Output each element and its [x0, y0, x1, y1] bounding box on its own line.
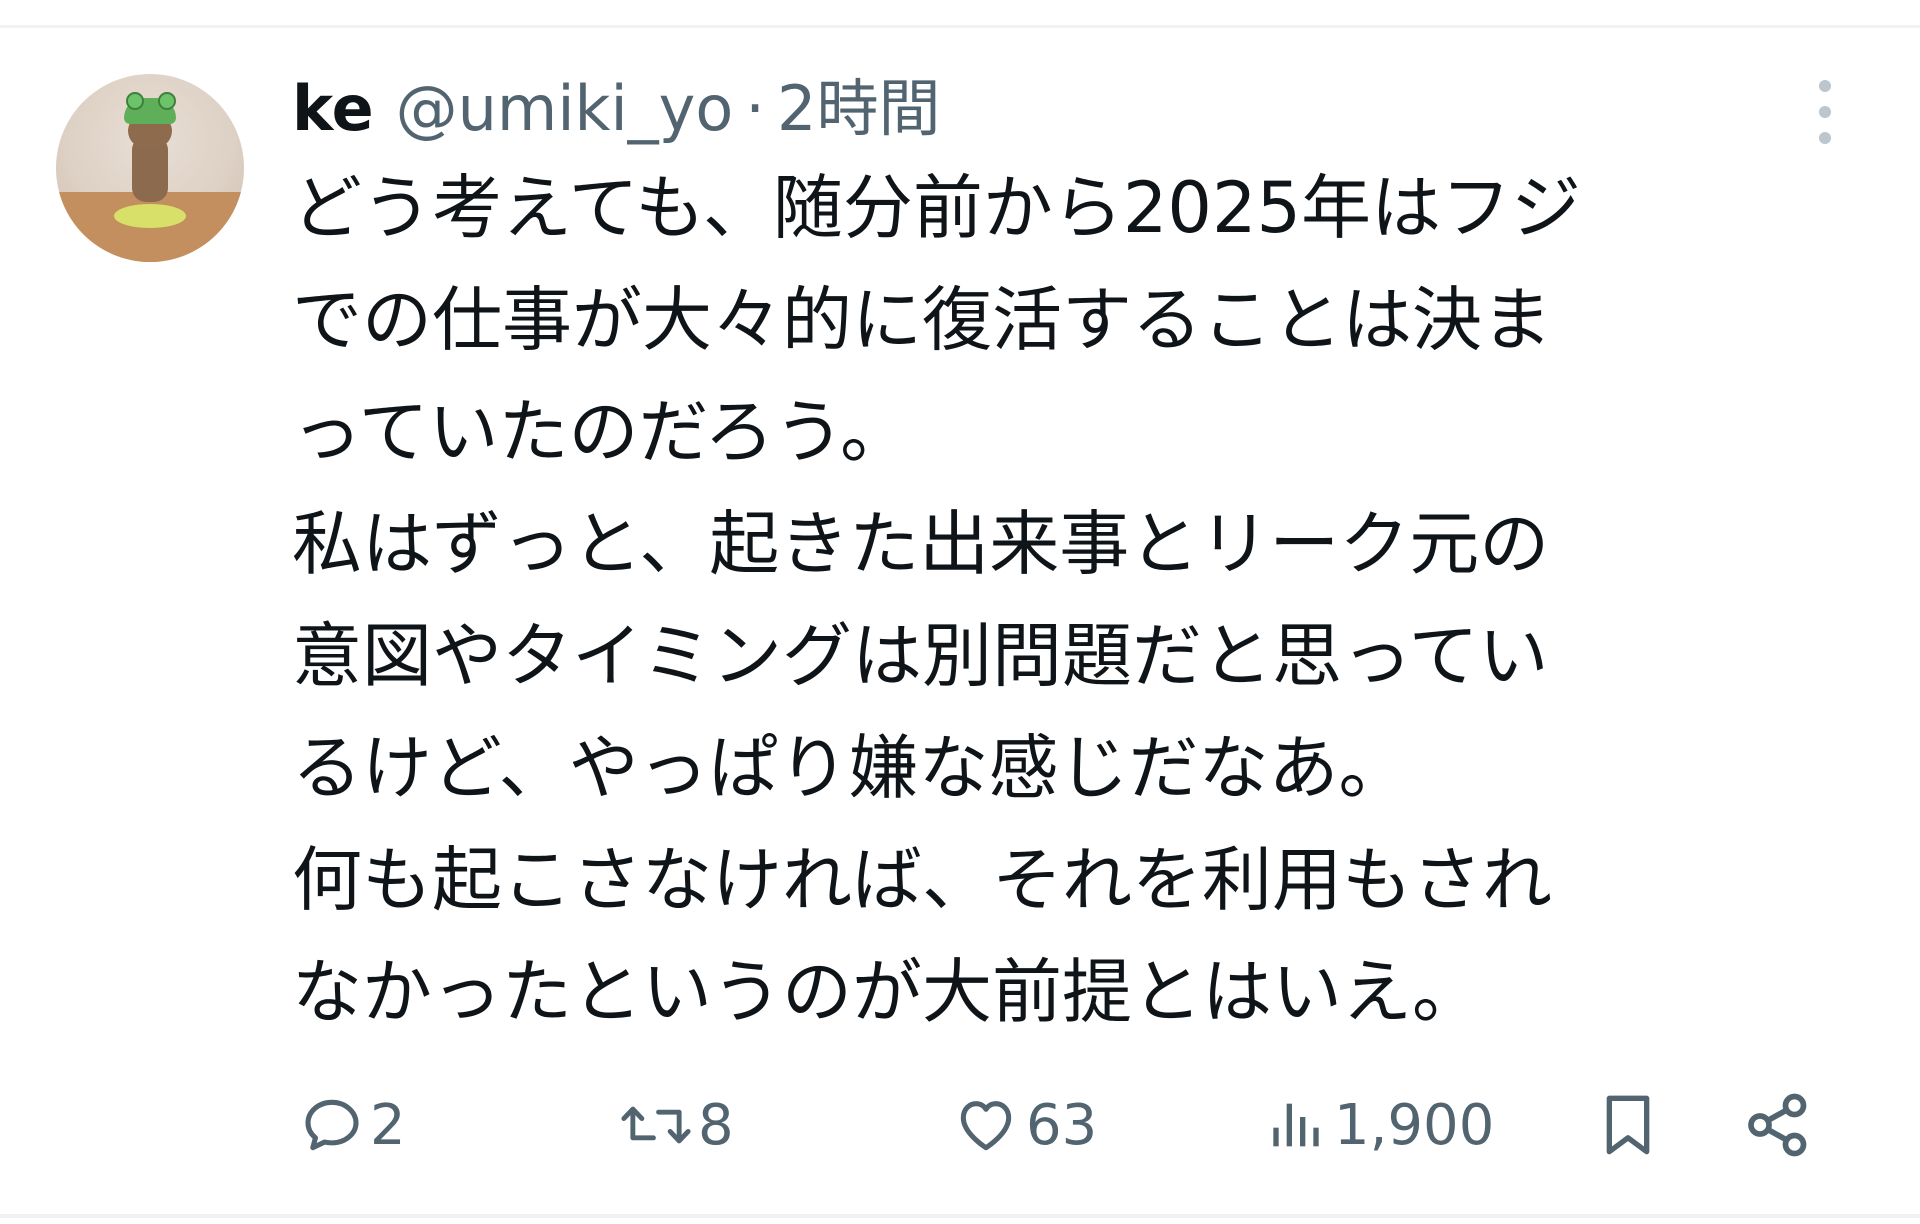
tweet-text-line: 私はずっと、起きた出来事とリーク元の — [292, 503, 1550, 585]
retweet-icon — [620, 1093, 692, 1157]
views-icon — [1264, 1093, 1328, 1157]
tweet-text-line: なかったというのが大前提とはいえ。 — [292, 951, 1482, 1033]
tweet-text: どう考えても、随分前から2025年はフジ での仕事が大々的に復活することは決ま … — [292, 152, 1812, 1048]
retweet-count: 8 — [698, 1092, 734, 1158]
action-bar: 2 8 63 1,900 — [0, 1080, 1920, 1170]
bookmark-icon — [1596, 1089, 1660, 1161]
tweet-header: ke @umiki_yo · 2時間 — [292, 58, 940, 148]
views-button[interactable]: 1,900 — [1264, 1080, 1494, 1170]
heart-icon — [952, 1093, 1020, 1157]
view-count: 1,900 — [1334, 1092, 1495, 1158]
top-divider — [0, 25, 1920, 28]
tweet-text-line: 意図やタイミングは別問題だと思ってい — [292, 615, 1549, 697]
share-button[interactable] — [1742, 1080, 1814, 1170]
timestamp[interactable]: 2時間 — [777, 58, 940, 148]
like-count: 63 — [1026, 1092, 1098, 1158]
tweet-text-line: での仕事が大々的に復活することは決ま — [292, 279, 1552, 361]
more-icon[interactable] — [1810, 80, 1840, 144]
separator-dot: · — [745, 72, 766, 145]
reply-count: 2 — [370, 1092, 406, 1158]
tweet-page: ke @umiki_yo · 2時間 どう考えても、随分前から2025年はフジ … — [0, 0, 1920, 1224]
tweet-text-line: るけど、やっぱり嫌な感じだなあ。 — [292, 727, 1409, 809]
share-icon — [1742, 1089, 1814, 1161]
reply-button[interactable]: 2 — [300, 1080, 406, 1170]
bookmark-button[interactable] — [1596, 1080, 1660, 1170]
display-name[interactable]: ke — [292, 72, 374, 145]
tweet-text-line: っていたのだろう。 — [292, 391, 911, 473]
tweet-text-line: どう考えても、随分前から2025年はフジ — [292, 167, 1582, 249]
retweet-button[interactable]: 8 — [620, 1080, 734, 1170]
reply-icon — [300, 1093, 364, 1157]
avatar[interactable] — [56, 74, 244, 262]
user-handle[interactable]: @umiki_yo — [396, 72, 734, 145]
bottom-divider — [0, 1214, 1920, 1218]
tweet-text-line: 何も起こさなければ、それを利用もされ — [292, 839, 1552, 921]
like-button[interactable]: 63 — [952, 1080, 1097, 1170]
